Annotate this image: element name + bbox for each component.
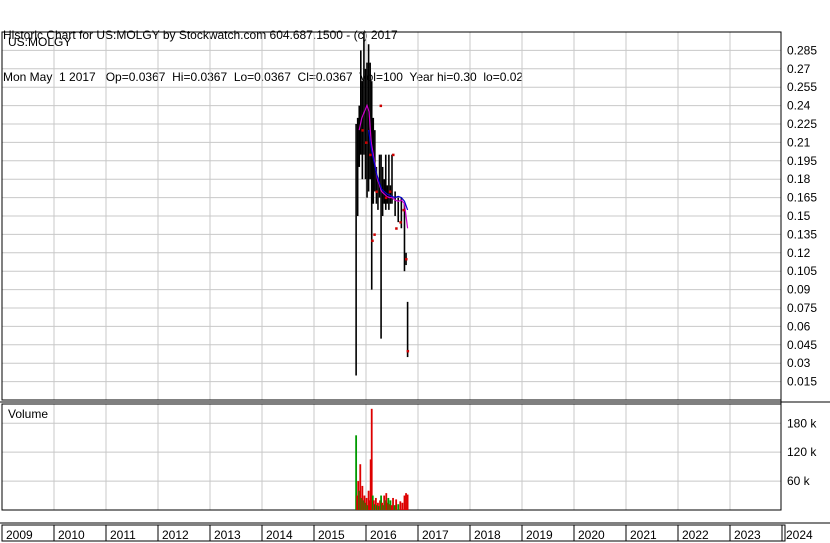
volume-bar	[370, 408, 373, 510]
x-axis-year-label: 2018	[474, 528, 501, 542]
x-axis-year-label: 2023	[734, 528, 761, 542]
volume-bar	[399, 501, 402, 510]
price-tick-label: 0.255	[787, 80, 817, 94]
volume-bar	[393, 505, 396, 510]
price-close-marker	[373, 233, 376, 236]
price-tick-label: 0.24	[787, 99, 811, 113]
x-axis-year-label: 2017	[422, 528, 449, 542]
volume-bar	[397, 504, 400, 510]
price-tick-label: 0.225	[787, 117, 817, 131]
x-axis-year-label: 2011	[110, 528, 136, 542]
price-tick-label: 0.27	[787, 62, 811, 76]
price-tick-label: 0.165	[787, 191, 817, 205]
volume-bar	[406, 494, 409, 510]
volume-bar	[403, 495, 406, 510]
price-close-marker	[402, 208, 405, 212]
historic-chart: US:MOLGY Volume 0.015 0.03 0.045 0.06 0.075 0.0…	[0, 31, 830, 542]
price-close-marker	[375, 190, 378, 193]
volume-bar	[401, 502, 404, 510]
price-close-marker	[371, 239, 374, 243]
price-tick-label: 0.195	[787, 154, 817, 168]
price-close-marker	[361, 129, 364, 132]
price-panel-title: US:MOLGY	[8, 35, 71, 49]
volume-bar	[395, 499, 398, 510]
x-axis-year-label: 2014	[266, 528, 293, 542]
x-axis-year-label: 2020	[578, 528, 605, 542]
x-axis-year-label: 2021	[630, 528, 657, 542]
price-close-marker	[369, 153, 372, 157]
price-tick-label: 0.045	[787, 338, 817, 352]
price-tick-label: 0.03	[787, 356, 811, 370]
x-axis-year-label: 2009	[6, 528, 33, 542]
x-axis-year-label: 2024	[786, 528, 813, 542]
x-axis-year-label: 2010	[58, 528, 85, 542]
price-close-marker	[388, 190, 392, 193]
price-close-marker	[406, 349, 410, 353]
price-tick-label: 0.21	[787, 135, 811, 149]
x-axis-year-label: 2016	[370, 528, 397, 542]
price-close-marker	[392, 153, 395, 157]
volume-bar	[392, 497, 394, 510]
price-tick-label: 0.12	[787, 246, 811, 260]
volume-panel-border	[1, 403, 782, 511]
price-tick-label: 0.135	[787, 227, 817, 241]
price-tick-label: 0.105	[787, 264, 817, 278]
volume-bar	[390, 505, 393, 510]
price-close-marker	[379, 104, 383, 108]
volume-tick-label: 60 k	[787, 474, 811, 488]
volume-tick-label: 120 k	[787, 445, 817, 459]
price-tick-label: 0.075	[787, 301, 817, 315]
x-axis-year-label: 2019	[526, 528, 553, 542]
x-axis-year-label: 2015	[318, 528, 345, 542]
price-close-marker	[395, 227, 398, 230]
price-close-marker	[399, 221, 402, 224]
price-tick-label: 0.18	[787, 172, 811, 186]
volume-bar	[405, 493, 407, 510]
price-close-marker	[384, 196, 388, 200]
price-tick-label: 0.015	[787, 375, 817, 389]
volume-tick-label: 180 k	[787, 416, 817, 430]
price-tick-label: 0.06	[787, 319, 811, 333]
price-tick-label: 0.15	[787, 209, 811, 223]
price-close-marker	[405, 257, 408, 261]
x-axis-year-label: 2012	[162, 528, 189, 542]
x-axis-year-label: 2013	[214, 528, 241, 542]
price-tick-label: 0.09	[787, 283, 811, 297]
price-tick-label: 0.285	[787, 43, 817, 57]
volume-panel-title: Volume	[8, 407, 48, 421]
price-close-marker	[365, 141, 368, 144]
x-axis-year-label: 2022	[682, 528, 709, 542]
